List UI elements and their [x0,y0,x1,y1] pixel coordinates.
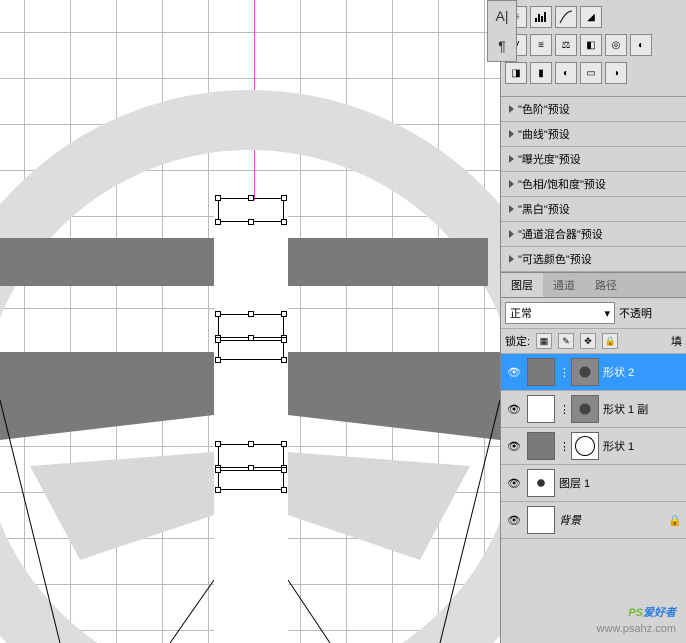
posterize-icon[interactable]: ▮ [530,62,552,84]
selection-3[interactable] [218,340,284,360]
selection-4[interactable] [218,444,284,468]
preset-label: "黑白"预设 [518,201,570,217]
watermark-url: www.psahz.com [597,623,676,635]
presets-list: "色阶"预设 "曲线"预设 "曝光度"预设 "色相/饱和度"预设 "黑白"预设 … [501,97,686,272]
preset-label: "色相/饱和度"预设 [518,176,606,192]
lock-icon: 🔒 [668,514,682,527]
link-icon: ⋮ [559,440,567,453]
center-column [214,200,288,643]
visibility-icon[interactable]: 👁 [505,513,523,527]
visibility-icon[interactable]: 👁 [505,365,523,379]
fill-label: 填 [671,333,682,349]
preset-selective[interactable]: "可选颜色"预设 [501,247,686,272]
expand-icon [509,205,514,213]
layer-thumb[interactable] [527,395,555,423]
link-icon: ⋮ [559,403,567,416]
watermark-text: 爱好者 [643,607,676,619]
photo-filter-icon[interactable]: ◎ [605,34,627,56]
adjustments-panel: ☀ ◢ V ≡ ⚖ ◧ ◎ ◐ ◨ ▮ ◐ ▭ ◑ [501,0,686,97]
layer-row[interactable]: 👁 图层 1 [501,465,686,502]
lock-row: 锁定: ▦ ✎ ✥ 🔒 填 [501,329,686,354]
lock-transparency-icon[interactable]: ▦ [536,333,552,349]
threshold-icon[interactable]: ◐ [555,62,577,84]
selection-5[interactable] [218,470,284,490]
vector-mask-thumb[interactable] [571,432,599,460]
expand-icon [509,255,514,263]
layer-name[interactable]: 形状 1 [603,438,634,454]
invert-icon[interactable]: ◨ [505,62,527,84]
preset-bw[interactable]: "黑白"预设 [501,197,686,222]
lock-all-icon[interactable]: 🔒 [602,333,618,349]
layer-thumb[interactable] [527,432,555,460]
panel-tabs: 图层 通道 路径 [501,272,686,298]
right-panels: ☀ ◢ V ≡ ⚖ ◧ ◎ ◐ ◨ ▮ ◐ ▭ ◑ "色阶"预设 [500,0,686,643]
layer-name[interactable]: 形状 2 [603,364,634,380]
tab-channels[interactable]: 通道 [543,273,585,297]
layer-row[interactable]: 👁 ⋮ 形状 2 [501,354,686,391]
selection-1[interactable] [218,198,284,222]
layer-thumb[interactable] [527,469,555,497]
layer-name[interactable]: 背景 [559,512,581,528]
watermark: PS爱好者 www.psahz.com [597,595,676,635]
layer-row[interactable]: 👁 背景 🔒 [501,502,686,539]
paragraph-tool-icon[interactable]: ¶ [491,35,513,57]
blend-mode-value: 正常 [510,305,532,321]
mixer-icon[interactable]: ◐ [630,34,652,56]
app-root: A| ¶ ☀ ◢ V ≡ ⚖ ◧ ◎ ◐ ◨ ▮ ◐ ▭ [0,0,686,643]
expand-icon [509,180,514,188]
tab-paths[interactable]: 路径 [585,273,627,297]
layer-row[interactable]: 👁 ⋮ 形状 1 副 [501,391,686,428]
bw-icon[interactable]: ◧ [580,34,602,56]
expand-icon [509,230,514,238]
vector-mask-thumb[interactable] [571,358,599,386]
preset-curves[interactable]: "曲线"预设 [501,122,686,147]
vertical-toolbar: A| ¶ [487,0,517,62]
preset-hue[interactable]: "色相/饱和度"预设 [501,172,686,197]
layer-name[interactable]: 图层 1 [559,475,590,491]
link-icon: ⋮ [559,366,567,379]
layer-thumb[interactable] [527,506,555,534]
watermark-ps: PS [628,607,643,619]
layer-row[interactable]: 👁 ⋮ 形状 1 [501,428,686,465]
layer-name[interactable]: 形状 1 副 [603,401,648,417]
preset-label: "通道混合器"预设 [518,226,603,242]
lock-move-icon[interactable]: ✥ [580,333,596,349]
gradient-map-icon[interactable]: ▭ [580,62,602,84]
preset-label: "曝光度"预设 [518,151,581,167]
visibility-icon[interactable]: 👁 [505,476,523,490]
selective-icon[interactable]: ◑ [605,62,627,84]
lock-paint-icon[interactable]: ✎ [558,333,574,349]
preset-label: "色阶"预设 [518,101,570,117]
preset-label: "可选颜色"预设 [518,251,592,267]
balance-icon[interactable]: ⚖ [555,34,577,56]
expand-icon [509,155,514,163]
lock-label: 锁定: [505,333,530,349]
expand-icon [509,130,514,138]
exposure-icon[interactable]: ◢ [580,6,602,28]
blend-mode-row: 正常 ▾ 不透明 [501,298,686,329]
selection-2[interactable] [218,314,284,338]
preset-mixer[interactable]: "通道混合器"预设 [501,222,686,247]
tab-layers[interactable]: 图层 [501,273,543,297]
preset-label: "曲线"预设 [518,126,570,142]
artwork [0,0,500,643]
opacity-label: 不透明 [619,305,652,321]
hue-icon[interactable]: ≡ [530,34,552,56]
preset-exposure[interactable]: "曝光度"预设 [501,147,686,172]
expand-icon [509,105,514,113]
chevron-down-icon: ▾ [604,307,610,320]
levels-icon[interactable] [530,6,552,28]
layer-thumb[interactable] [527,358,555,386]
visibility-icon[interactable]: 👁 [505,402,523,416]
curves-icon[interactable] [555,6,577,28]
blend-mode-select[interactable]: 正常 ▾ [505,302,615,324]
vector-mask-thumb[interactable] [571,395,599,423]
canvas-area[interactable] [0,0,500,643]
visibility-icon[interactable]: 👁 [505,439,523,453]
text-tool-icon[interactable]: A| [491,5,513,27]
preset-levels[interactable]: "色阶"预设 [501,97,686,122]
